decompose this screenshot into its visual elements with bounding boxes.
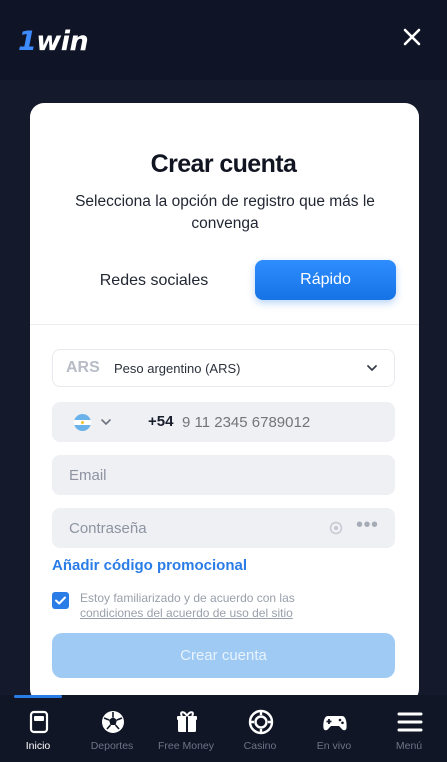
tab-fast-registration[interactable]: Rápido: [255, 260, 396, 300]
gamepad-icon: [323, 716, 347, 731]
terms-line-1: Estoy familiarizado y de acuerdo con las: [80, 591, 295, 605]
nav-item-menu[interactable]: Menú: [372, 705, 446, 755]
top-bar: 1win: [0, 0, 447, 80]
nav-label-sports: Deportes: [90, 740, 134, 752]
logo-one: 1: [18, 26, 37, 57]
password-input[interactable]: [69, 508, 329, 548]
nav-item-home[interactable]: Inicio: [1, 705, 75, 755]
add-promo-code-link[interactable]: Añadir código promocional: [52, 557, 247, 574]
nav-item-free-money[interactable]: Free Money: [149, 705, 223, 755]
email-field: [52, 455, 395, 495]
casino-chip-icon: [248, 709, 274, 735]
gift-icon: [177, 711, 197, 732]
phone-input[interactable]: [182, 402, 382, 442]
page-title: Crear cuenta: [150, 150, 297, 178]
menu-icon: [397, 712, 423, 732]
currency-select[interactable]: ARS Peso argentino (ARS): [52, 349, 395, 387]
chevron-down-icon: [367, 365, 377, 371]
home-icon: [29, 710, 49, 734]
tab-social-networks[interactable]: Redes sociales: [56, 262, 252, 300]
eye-icon[interactable]: [328, 520, 344, 536]
phone-prefix: +54: [148, 413, 174, 430]
soccer-ball-icon: [102, 711, 124, 733]
argentina-flag-icon[interactable]: [74, 414, 91, 431]
country-chevron-icon[interactable]: [100, 418, 112, 428]
nav-label-casino: Casino: [243, 740, 277, 752]
brand-logo[interactable]: 1win: [18, 26, 89, 57]
checkmark-icon: [55, 596, 66, 605]
nav-item-sports[interactable]: Deportes: [75, 705, 149, 755]
nav-label-home: Inicio: [25, 740, 51, 752]
close-icon[interactable]: [401, 26, 423, 48]
nav-item-casino[interactable]: Casino: [223, 705, 297, 755]
email-input[interactable]: [69, 455, 329, 495]
terms-link[interactable]: condiciones del acuerdo de uso del sitio: [80, 606, 330, 621]
nav-label-free-money: Free Money: [157, 740, 215, 752]
nav-item-live[interactable]: En vivo: [297, 705, 371, 755]
nav-label-menu: Menú: [395, 740, 423, 752]
currency-name: Peso argentino (ARS): [114, 360, 241, 376]
create-account-button[interactable]: Crear cuenta: [52, 633, 395, 678]
page-subtitle: Selecciona la opción de registro que más…: [75, 193, 375, 232]
active-tab-indicator: [14, 695, 62, 698]
currency-code: ARS: [66, 359, 100, 376]
nav-label-live: En vivo: [316, 740, 352, 752]
phone-field: +54: [52, 402, 395, 442]
divider: [30, 324, 419, 325]
password-dots: •••: [356, 514, 379, 536]
terms-text: Estoy familiarizado y de acuerdo con las…: [80, 591, 330, 621]
logo-win: win: [36, 26, 89, 57]
terms-checkbox[interactable]: [52, 592, 69, 609]
